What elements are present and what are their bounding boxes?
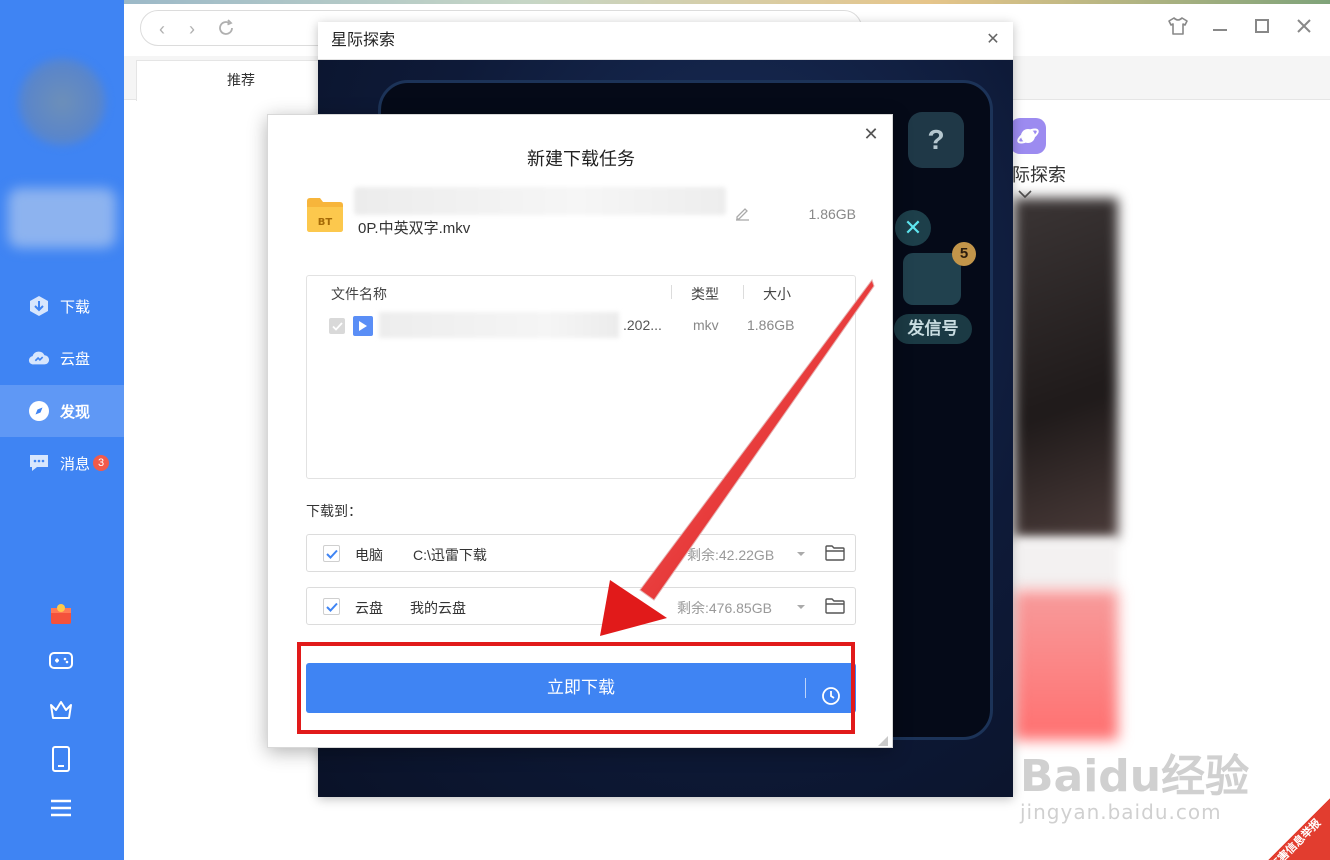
menu-icon[interactable] — [47, 794, 75, 822]
download-to-label: 下载到： — [306, 503, 362, 519]
sidebar-item-label: 云盘 — [60, 350, 91, 368]
chevron-down-icon[interactable] — [795, 547, 807, 559]
file-size-cell: 1.86GB — [747, 317, 795, 333]
file-list: 文件名称 类型 大小 .202... mkv 1.86GB — [306, 275, 856, 479]
chevron-down-icon[interactable] — [795, 600, 807, 612]
close-icon[interactable]: ✕ — [862, 125, 880, 143]
target-path[interactable]: 我的云盘 — [410, 598, 466, 618]
video-file-icon — [353, 316, 373, 336]
highlight-box — [297, 642, 855, 734]
blurred-content-card — [1014, 198, 1118, 538]
signal-count-badge: 5 — [952, 242, 976, 266]
column-header-name[interactable]: 文件名称 — [331, 284, 387, 304]
minimize-icon[interactable] — [1208, 14, 1232, 38]
signal-icon[interactable] — [903, 253, 961, 305]
dialog-title: 新建下载任务 — [527, 149, 635, 169]
file-checkbox[interactable] — [329, 318, 345, 334]
target-path[interactable]: C:\迅雷下载 — [413, 545, 487, 565]
skin-icon[interactable] — [1166, 14, 1190, 38]
blurred-content-card — [1014, 540, 1118, 590]
target-local[interactable]: 电脑 C:\迅雷下载 剩余:42.22GB — [306, 534, 856, 572]
column-divider — [671, 285, 672, 299]
cloud-checkbox[interactable] — [323, 598, 340, 615]
tab-recommend[interactable]: 推荐 — [136, 60, 346, 101]
refresh-icon[interactable] — [217, 19, 235, 42]
maximize-icon[interactable] — [1250, 14, 1274, 38]
svg-text:BT: BT — [318, 217, 333, 228]
close-icon[interactable]: ✕ — [985, 32, 1001, 48]
target-free-space: 剩余:476.85GB — [677, 600, 772, 616]
bt-folder-icon: BT — [306, 195, 344, 233]
sidebar-item-download[interactable]: 下载 — [0, 280, 124, 332]
message-count-badge: 3 — [93, 455, 110, 471]
sidebar-item-messages[interactable]: 消息 3 — [0, 437, 124, 489]
sidebar-item-cloud[interactable]: 云盘 — [0, 332, 124, 384]
download-icon — [28, 295, 50, 317]
compass-icon — [28, 400, 50, 422]
target-label: 电脑 — [355, 547, 383, 563]
window-controls — [1166, 14, 1316, 38]
sidebar: 下载 云盘 发现 消息 3 — [0, 0, 124, 860]
background-strip — [124, 0, 1330, 4]
game-close-button[interactable]: ✕ — [895, 210, 931, 246]
cloud-icon — [28, 347, 50, 369]
sidebar-item-label: 下载 — [60, 298, 91, 316]
watermark-text: Baidu经验 — [1020, 751, 1250, 802]
avatar[interactable] — [18, 58, 106, 146]
back-icon[interactable]: ‹ — [159, 19, 165, 40]
column-divider — [743, 285, 744, 299]
folder-icon[interactable] — [825, 544, 845, 562]
forward-icon[interactable]: › — [189, 19, 195, 40]
sidebar-item-label: 发现 — [60, 403, 91, 421]
target-label: 云盘 — [355, 600, 383, 616]
send-signal-button[interactable]: 发信号 — [894, 314, 972, 344]
column-header-size[interactable]: 大小 — [763, 284, 791, 304]
sidebar-item-discover[interactable]: 发现 — [0, 385, 124, 437]
target-cloud[interactable]: 云盘 我的云盘 剩余:476.85GB — [306, 587, 856, 625]
explore-app-icon[interactable] — [1010, 118, 1046, 154]
file-name-blurred — [379, 312, 619, 338]
gamepad-icon[interactable] — [47, 647, 75, 675]
close-icon[interactable] — [1292, 14, 1316, 38]
resize-grip-icon[interactable] — [878, 733, 888, 746]
task-file-size: 1.86GB — [808, 206, 856, 222]
blurred-content-card — [1014, 590, 1118, 740]
help-icon[interactable]: ? — [908, 112, 964, 168]
local-checkbox[interactable] — [323, 545, 340, 562]
file-type-cell: mkv — [693, 317, 719, 333]
column-header-type[interactable]: 类型 — [691, 284, 719, 304]
edit-icon[interactable] — [734, 205, 750, 221]
user-info-blurred — [8, 188, 116, 248]
baidu-watermark: Baidu经验 jingyan.baidu.com — [1020, 740, 1249, 824]
explore-app-label[interactable]: 际探索 — [1012, 161, 1066, 187]
file-name-cell: .202... — [623, 317, 662, 333]
tablet-icon[interactable] — [47, 745, 75, 773]
task-file-name[interactable]: 0P.中英双字.mkv — [358, 217, 470, 238]
message-icon — [28, 452, 50, 474]
crown-icon[interactable] — [47, 696, 75, 724]
folder-icon[interactable] — [825, 597, 845, 615]
sidebar-item-label: 消息 — [60, 455, 91, 473]
gift-icon[interactable] — [47, 600, 75, 628]
game-window-title: 星际探索 — [318, 22, 1013, 60]
watermark-url: jingyan.baidu.com — [1020, 800, 1222, 824]
target-free-space: 剩余:42.22GB — [687, 547, 775, 563]
file-name-blurred — [354, 187, 726, 215]
